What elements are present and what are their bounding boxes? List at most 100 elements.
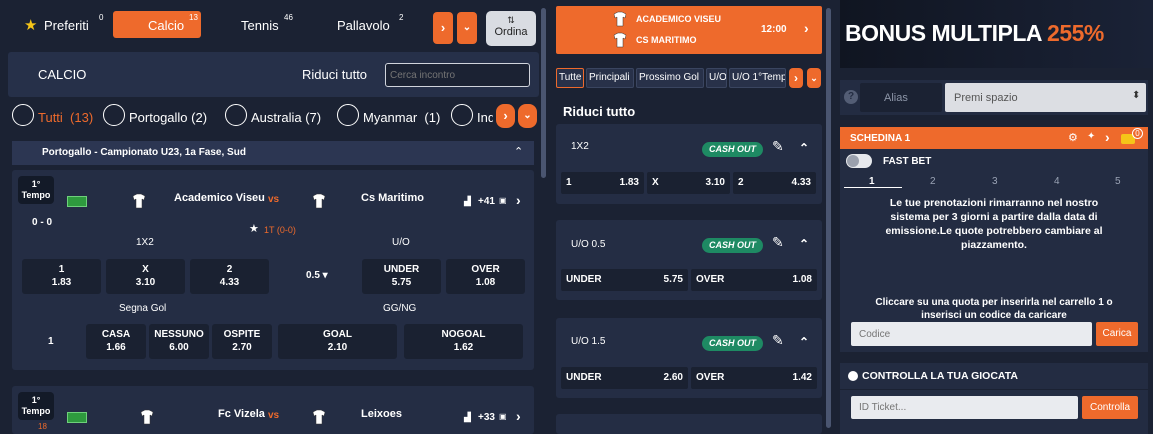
line-select[interactable]: 0.5 ▾ <box>306 270 328 281</box>
odd-button[interactable]: UNDER 5.75 <box>362 259 441 294</box>
odd-button[interactable]: OVER 1.08 <box>446 259 525 294</box>
market-name: U/O 0.5 <box>571 239 606 250</box>
tab-uo[interactable]: U/O <box>706 68 727 88</box>
league-title: Portogallo - Campionato U23, 1a Fase, Su… <box>42 147 246 158</box>
countries-dropdown-button[interactable]: ⌄ <box>518 104 537 128</box>
pin-icon[interactable]: ✎ <box>772 234 784 251</box>
gear-icon[interactable]: ⚙ <box>1068 131 1078 144</box>
riduci-tutto-detail[interactable]: Riduci tutto <box>563 104 635 119</box>
odd-button[interactable]: X 3.10 <box>647 172 730 194</box>
vs-label: vs <box>268 410 280 421</box>
tab-calcio[interactable]: Calcio 13 <box>113 11 201 38</box>
search-input[interactable] <box>385 63 530 87</box>
cashout-badge: CASH OUT <box>702 238 763 253</box>
countries-next-button[interactable]: › <box>496 104 515 128</box>
riduci-tutto[interactable]: Riduci tutto <box>302 67 367 82</box>
star-icon[interactable]: ★ <box>249 222 259 235</box>
chevron-right-icon[interactable]: › <box>516 192 521 208</box>
chevron-up-icon[interactable]: ⌃ <box>799 141 809 155</box>
schedina-hint: Cliccare su una quota per inserirla nel … <box>875 297 1113 321</box>
odd-button[interactable]: GOAL 2.10 <box>278 324 397 359</box>
tab-principali[interactable]: Principali <box>586 68 634 88</box>
odd-button[interactable]: 1 1.83 <box>561 172 644 194</box>
step-underline <box>844 187 902 188</box>
premi-select[interactable]: Premi spazio ⬍ <box>945 83 1146 112</box>
step-2[interactable]: 2 <box>930 176 936 187</box>
cashout-badge: CASH OUT <box>702 336 763 351</box>
league-header[interactable]: Portogallo - Campionato U23, 1a Fase, Su… <box>12 141 534 165</box>
more-markets[interactable]: +33 <box>478 412 495 423</box>
period-bottom: Tempo <box>21 406 51 416</box>
ordina-button[interactable]: ⇅ Ordina <box>486 11 536 46</box>
tabs-next-button[interactable]: › <box>789 68 803 88</box>
stats-icon[interactable]: ▟ <box>464 196 471 207</box>
dropdown-button[interactable]: ⌄ <box>457 12 477 44</box>
left-scrollbar[interactable] <box>541 8 546 178</box>
odd-button[interactable]: 2 4.33 <box>190 259 269 294</box>
odd-button[interactable]: UNDER 5.75 <box>561 269 688 291</box>
pin-icon[interactable]: ✦ <box>1087 131 1095 142</box>
away-team[interactable]: Leixoes <box>361 408 402 420</box>
radio-icon[interactable] <box>848 371 858 381</box>
odd-button[interactable]: 1 1.83 <box>22 259 101 294</box>
more-markets[interactable]: +41 <box>478 196 495 207</box>
market-1x2-label: 1X2 <box>136 237 154 248</box>
country-australia[interactable]: Australia (7) <box>251 110 321 125</box>
home-team[interactable]: Academico Viseu <box>174 192 265 204</box>
chevron-up-icon[interactable]: ⌃ <box>514 145 523 158</box>
country-myanmar[interactable]: Myanmar (1) <box>363 110 440 125</box>
ticket-input[interactable] <box>851 396 1078 419</box>
odd-button[interactable]: OSPITE 2.70 <box>212 324 272 359</box>
country-filter: Tutti (13) Portogallo (2) Australia (7) … <box>0 100 540 136</box>
help-icon[interactable]: ? <box>844 90 858 104</box>
odd-button[interactable]: OVER 1.42 <box>691 367 817 389</box>
home-team[interactable]: Fc Vizela <box>218 408 265 420</box>
step-3[interactable]: 3 <box>992 176 998 187</box>
odd-button[interactable]: NESSUNO 6.00 <box>149 324 209 359</box>
tab-pallavolo[interactable]: Pallavolo <box>337 18 390 33</box>
tab-tennis[interactable]: Tennis <box>241 18 279 33</box>
bonus-banner[interactable]: BONUS MULTIPLA 255% <box>840 0 1153 68</box>
tabs-dropdown-button[interactable]: ⌄ <box>807 68 821 88</box>
country-tutti[interactable]: Tutti (13) <box>38 110 93 125</box>
chevron-right-icon[interactable]: › <box>1105 129 1110 145</box>
chevron-up-icon[interactable]: ⌃ <box>799 335 809 349</box>
carica-button[interactable]: Carica <box>1096 322 1138 346</box>
step-1[interactable]: 1 <box>869 176 875 187</box>
tab-calcio-label: Calcio <box>148 18 185 33</box>
star-icon: ★ <box>24 17 38 34</box>
odd-button[interactable]: CASA 1.66 <box>86 324 146 359</box>
odd-button[interactable]: 2 4.33 <box>733 172 816 194</box>
alias-input[interactable]: Alias <box>860 83 942 112</box>
period-top: 1° <box>31 395 41 405</box>
pin-icon[interactable]: ✎ <box>772 332 784 349</box>
code-input[interactable] <box>851 322 1092 346</box>
tab-tutte[interactable]: Tutte <box>556 68 584 88</box>
halftime-score: 1T (0-0) <box>264 225 296 235</box>
odd-button[interactable]: UNDER 2.60 <box>561 367 688 389</box>
next-arrow-button[interactable]: › <box>433 12 453 44</box>
chevron-right-icon[interactable]: › <box>516 408 521 424</box>
away-team[interactable]: Cs Maritimo <box>361 192 424 204</box>
chevron-up-icon[interactable]: ⌃ <box>799 237 809 251</box>
tab-uo-1tempo[interactable]: U/O 1°Tempo <box>729 68 786 88</box>
tv-icon[interactable]: ▣ <box>499 196 507 205</box>
controlla-button[interactable]: Controlla <box>1082 396 1138 419</box>
stats-icon[interactable]: ▟ <box>464 412 471 423</box>
middle-scrollbar[interactable] <box>826 8 831 428</box>
pin-icon[interactable]: ✎ <box>772 138 784 155</box>
odd-button[interactable]: X 3.10 <box>106 259 185 294</box>
shirt-icon <box>613 11 627 27</box>
tab-preferiti[interactable]: Preferiti <box>44 18 89 33</box>
tv-icon[interactable]: ▣ <box>499 412 507 421</box>
period-top: 1° <box>31 179 41 189</box>
step-4[interactable]: 4 <box>1054 176 1060 187</box>
step-5[interactable]: 5 <box>1115 176 1121 187</box>
country-portogallo[interactable]: Portogallo (2) <box>129 110 207 125</box>
fastbet-toggle[interactable] <box>846 154 872 168</box>
chevron-right-icon[interactable]: › <box>804 20 809 36</box>
tab-prossimo-gol[interactable]: Prossimo Gol <box>636 68 704 88</box>
odd-button[interactable]: OVER 1.08 <box>691 269 817 291</box>
country-ind[interactable]: Ind <box>477 110 493 125</box>
odd-button[interactable]: NOGOAL 1.62 <box>404 324 523 359</box>
